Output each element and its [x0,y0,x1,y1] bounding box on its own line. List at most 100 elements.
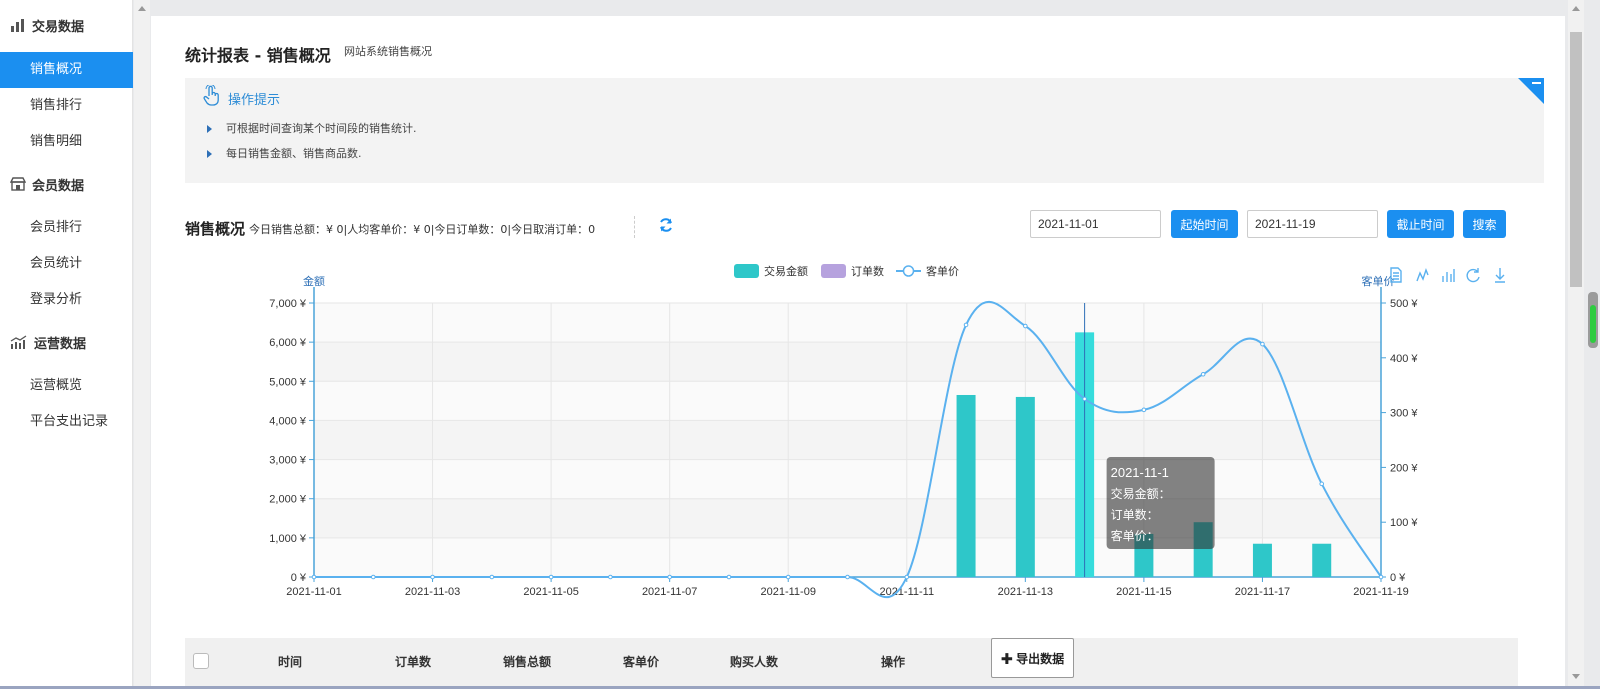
line-point [1260,341,1265,347]
trend-chart-icon [10,335,27,349]
page-title: 统计报表 - 销售概况 [185,46,331,65]
tooltip-date: 2021-11-1 [1111,465,1169,480]
save-image-icon[interactable] [1495,268,1505,283]
group-title: 交易数据 [32,19,85,35]
line-point [430,574,435,580]
stats-summary: 今日销售总额：¥ 0|人均客单价：¥ 0|今日订单数：0|今日取消订单：0 [249,223,596,236]
tip-line: 每日销售金额、销售商品数. [207,145,362,161]
main-scrollbar[interactable] [1568,0,1584,686]
x-tick-label: 2021-11-07 [642,586,697,598]
y-tick-label-left: 0 ¥ [291,572,307,584]
column-header-avg-price: 客单价 [623,655,660,669]
group-operation-data: 运营数据 [10,331,86,353]
x-tick-label: 2021-11-17 [1235,586,1290,598]
column-header-action: 操作 [881,655,906,669]
y-tick-label-left: 2,000 ¥ [269,494,307,506]
sidebar-item-member-ranking[interactable]: 会员排行 [0,210,133,246]
line-point [845,574,850,580]
scroll-down-arrow-icon[interactable] [1572,674,1580,679]
sidebar-item-login-analysis[interactable]: 登录分析 [0,282,133,318]
line-point [548,574,554,580]
column-header-buyers: 购买人数 [730,655,779,669]
legend-label: 交易金额 [764,264,808,278]
sales-chart: 金额 客单价 7,000 ¥ 6,000 ¥ 5,000 ¥ 4,000 ¥ 3,000 ¥… [269,264,1505,599]
bar-type-icon[interactable] [1442,269,1455,282]
y-tick-label-left: 7,000 ¥ [269,298,307,310]
select-all-checkbox[interactable] [193,653,209,669]
column-header-orders: 订单数 [395,655,432,669]
x-tick-label: 2021-11-19 [1353,586,1408,598]
stats-title: 销售概况 [185,220,246,238]
line-point [608,574,613,580]
y-tick-label-left: 3,000 ¥ [269,455,307,467]
store-icon [10,177,26,191]
end-time-button[interactable]: 截止时间 [1387,210,1454,238]
tip-text: 可根据时间查询某个时间段的销售统计. [226,122,417,135]
sidebar-item-sales-detail[interactable]: 销售明细 [0,124,133,160]
y-tick-label-right: 400 ¥ [1390,353,1418,365]
grid-band [314,498,1381,538]
sidebar-item-sales-ranking[interactable]: 销售排行 [0,88,133,124]
scrollbar-thumb[interactable] [1570,32,1582,287]
collapse-tips-button[interactable] [1518,78,1544,104]
start-time-button[interactable]: 起始时间 [1171,210,1238,238]
grid-band [314,303,1381,343]
line-point [904,574,910,580]
line-point [311,574,317,580]
line-type-icon[interactable] [1416,267,1429,282]
sidebar-item-expense-records[interactable]: 平台支出记录 [0,404,133,440]
tooltip-row: 客单价： [1111,528,1159,543]
y-tick-label-right: 300 ¥ [1390,408,1418,420]
line-point [1082,396,1087,402]
search-button[interactable]: 搜索 [1463,210,1506,238]
y-tick-label-left: 4,000 ¥ [269,415,307,427]
tip-line: 可根据时间查询某个时间段的销售统计. [207,120,417,136]
x-tick-label: 2021-11-05 [523,586,578,598]
sidebar-item-member-stats[interactable]: 会员统计 [0,246,133,282]
y-tick-label-right: 100 ¥ [1390,517,1418,529]
line-point [489,574,495,580]
edge-bar [1586,0,1600,689]
hand-pointer-icon [203,85,219,106]
bar-chart-icon [11,19,24,32]
scroll-up-arrow-icon[interactable] [1572,6,1580,11]
sidebar: 交易数据 销售概况 销售排行 销售明细 会员数据 会员排行 会员统计 登录分析 … [0,0,133,686]
y-axis-left-label: 金额 [303,274,325,288]
sidebar-item-operation-overview[interactable]: 运营概览 [0,368,133,404]
refresh-icon[interactable] [658,217,674,233]
y-tick-label-left: 1,000 ¥ [269,533,307,545]
sidebar-item-sales-overview[interactable]: 销售概况 [0,52,133,88]
line-point [370,574,376,580]
bar [1015,396,1035,577]
grid-band [314,342,1381,382]
triangle-bullet-icon [207,125,212,133]
bar [956,394,976,577]
grid-band [314,381,1381,421]
y-tick-label-left: 5,000 ¥ [269,376,307,388]
bar [1312,543,1332,577]
scroll-up-arrow-icon[interactable] [138,6,146,11]
page-subtitle: 网站系统销售概况 [344,45,432,58]
group-title: 会员数据 [32,178,85,194]
restore-icon[interactable] [1466,268,1480,283]
grid-band [314,420,1381,460]
line-point [1378,574,1384,580]
tips-title: 操作提示 [228,93,281,108]
sidebar-scrollbar[interactable] [134,0,150,686]
line-point [1023,323,1028,329]
start-date-input[interactable] [1030,210,1161,238]
bar [1252,543,1272,577]
grid-band [314,537,1381,577]
export-data-button[interactable]: ✚ 导出数据 [991,638,1074,678]
column-header-time: 时间 [278,655,303,669]
plus-icon: ✚ [1000,651,1017,666]
group-trade-data: 交易数据 [10,14,84,36]
legend-label: 客单价 [926,264,959,278]
line-point [963,322,969,328]
divider [634,216,635,238]
end-date-input[interactable] [1247,210,1378,238]
tooltip-row: 交易金额： [1111,486,1171,501]
tip-text: 每日销售金额、销售商品数. [226,147,362,160]
legend-swatch-marker [902,265,915,277]
group-title: 运营数据 [34,336,87,352]
